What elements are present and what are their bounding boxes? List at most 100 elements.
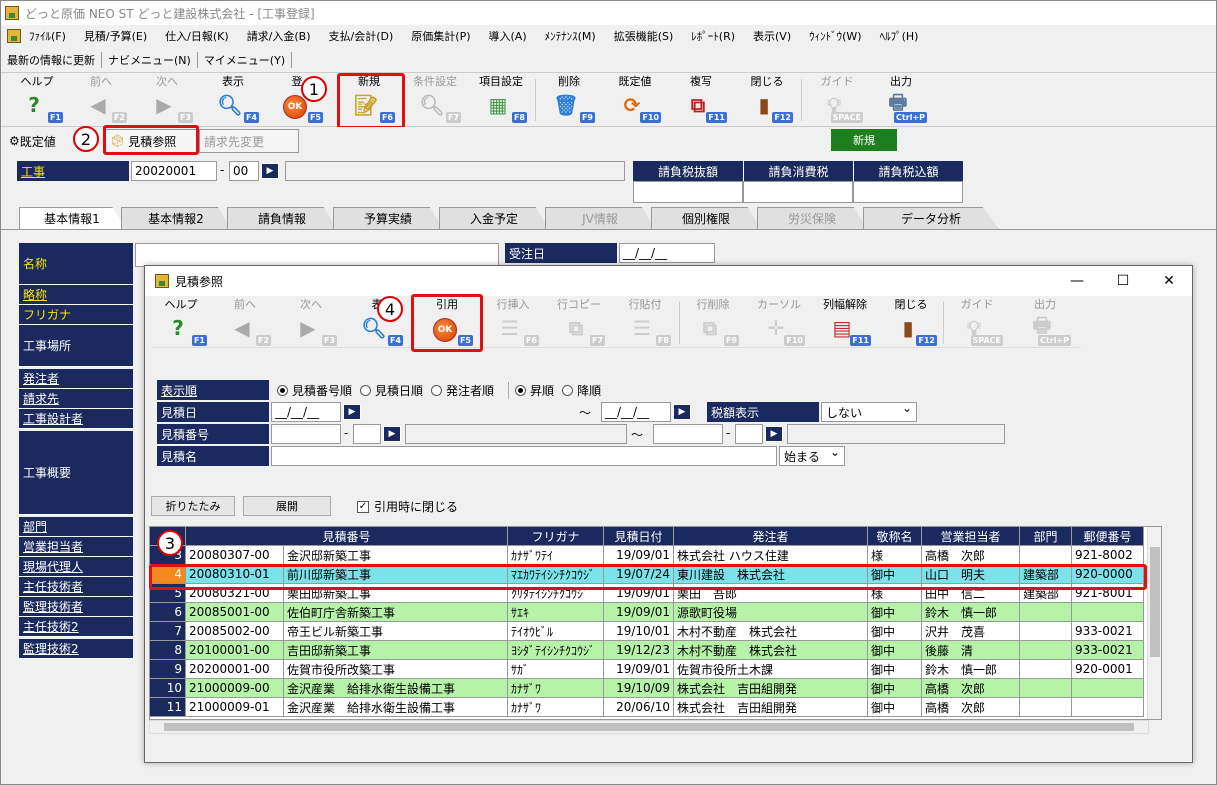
table-row[interactable]: 10 21000009-00 金沢産業 給排水衛生設備工事 ｶﾅｻﾞﾜ 19/10/09…	[150, 679, 1150, 698]
tax-display-select[interactable]: しない	[821, 401, 917, 422]
order-date-input[interactable]: __/__/__	[619, 243, 715, 263]
sort-by-number[interactable]: 見積番号順	[277, 382, 352, 399]
vertical-scrollbar[interactable]	[1147, 527, 1161, 719]
menu-view[interactable]: 表示(V)	[753, 28, 791, 44]
horizontal-scrollbar[interactable]	[149, 720, 1149, 734]
delete-button[interactable]: 削除 🗑︎ F9	[539, 75, 599, 125]
col-estimate-number[interactable]: 見積番号	[186, 527, 508, 546]
help-button[interactable]: ヘルプ? F1	[7, 75, 67, 125]
table-row[interactable]: 8 20100001-00 吉田邸新築工事 ﾖｼﾀﾞﾃｲｼﾝﾁｸｺｳｼﾞ 19/12/2…	[150, 641, 1150, 660]
dlg-guide-button[interactable]: ガイド 💡︎ SPACE	[947, 298, 1007, 348]
number-from-lookup[interactable]: ▶	[383, 426, 401, 442]
date-to-picker-button[interactable]: ▶	[673, 404, 691, 420]
dlg-prev-button[interactable]: 前へ ◀ F2	[215, 298, 275, 348]
estimate-number-from-sub[interactable]	[353, 424, 381, 444]
table-row[interactable]: 6 20085001-00 佐伯町庁舎新築工事 ｻｴｷ 19/09/01 源歌町役場 御中鈴…	[150, 603, 1150, 622]
name-input[interactable]	[135, 243, 499, 267]
menu-payment[interactable]: 支払/会計(D)	[329, 28, 394, 44]
tab-basic2[interactable]: 基本情報2	[121, 207, 231, 229]
menu-extension[interactable]: 拡張機能(S)	[614, 28, 674, 44]
menu-purchase[interactable]: 仕入/日報(K)	[165, 28, 229, 44]
tab-insurance[interactable]: 労災保険	[757, 207, 867, 229]
default-value-button[interactable]: 既定値 ⟳ F10	[605, 75, 665, 125]
number-to-lookup[interactable]: ▶	[765, 426, 783, 442]
menu-window[interactable]: ｳｨﾝﾄﾞｳ(W)	[809, 28, 861, 44]
my-menu-link[interactable]: マイメニュー(Y)	[198, 51, 293, 68]
koji-sub-input[interactable]: 00	[229, 161, 259, 181]
dlg-next-button[interactable]: 次へ ▶ F3	[281, 298, 341, 348]
table-row[interactable]: 11 21000009-01 金沢産業 給排水衛生設備工事 ｶﾅｻﾞﾜ 20/06/10…	[150, 698, 1150, 717]
dlg-help-button[interactable]: ヘルプ? F1	[151, 298, 211, 348]
order-asc[interactable]: 昇順	[515, 382, 554, 399]
guide-button[interactable]: ガイド 💡︎ SPACE	[807, 75, 867, 125]
output-button[interactable]: 出力 🖶︎ Ctrl+P	[871, 75, 931, 125]
col-estimate-date[interactable]: 見積日付	[604, 527, 674, 546]
tab-budget[interactable]: 予算実績	[333, 207, 443, 229]
sort-by-date[interactable]: 見積日順	[360, 382, 423, 399]
horizontal-scroll-thumb[interactable]	[164, 723, 1134, 731]
next-button[interactable]: 次へ ▶ F3	[137, 75, 197, 125]
tab-jv[interactable]: JV情報	[545, 207, 655, 229]
tab-permissions[interactable]: 個別権限	[651, 207, 761, 229]
menu-intro[interactable]: 導入(A)	[489, 28, 527, 44]
menu-help[interactable]: ﾍﾙﾌﾟ(H)	[880, 28, 919, 44]
column-width-reset-button[interactable]: 列幅解除 ▤ F11	[815, 298, 875, 348]
tab-data-analysis[interactable]: データ分析	[863, 207, 999, 229]
koji-label[interactable]: 工事	[17, 161, 129, 181]
tab-basic1[interactable]: 基本情報1	[19, 207, 125, 229]
col-furigana[interactable]: フリガナ	[508, 527, 604, 546]
close-icon[interactable]: ✕	[1146, 266, 1192, 296]
navi-menu-link[interactable]: ナビメニュー(N)	[102, 51, 198, 68]
koji-code-input[interactable]: 20020001	[131, 161, 217, 181]
vertical-scroll-thumb[interactable]	[1150, 547, 1160, 657]
tab-contract[interactable]: 請負情報	[227, 207, 337, 229]
row-insert-button[interactable]: 行挿入 ☰ F6	[483, 298, 543, 348]
col-sales-rep[interactable]: 営業担当者	[922, 527, 1020, 546]
cursor-button[interactable]: カーソル ✛ F10	[749, 298, 809, 348]
minimize-icon[interactable]: —	[1054, 266, 1100, 296]
estimate-name-input[interactable]	[271, 446, 777, 466]
estimate-date-to[interactable]: __/__/__	[601, 402, 671, 422]
refresh-link[interactable]: 最新の情報に更新	[1, 51, 102, 68]
menu-file[interactable]: ﾌｧｲﾙ(F)	[29, 28, 66, 44]
dlg-close-button[interactable]: 閉じる ▮ F12	[881, 298, 941, 348]
dlg-output-button[interactable]: 出力 🖶︎ Ctrl+P	[1015, 298, 1075, 348]
close-button[interactable]: 閉じる ▮ F12	[737, 75, 797, 125]
order-desc[interactable]: 降順	[562, 382, 601, 399]
koji-lookup-button[interactable]: ▶	[261, 163, 279, 179]
condition-button[interactable]: 条件設定 🔍︎ F7	[405, 75, 465, 125]
match-mode-select[interactable]: 始まる	[779, 445, 845, 466]
estimate-number-from[interactable]	[271, 424, 341, 444]
tab-payment-plan[interactable]: 入金予定	[439, 207, 549, 229]
maximize-icon[interactable]: ☐	[1100, 266, 1146, 296]
sort-by-client[interactable]: 発注者順	[431, 382, 494, 399]
col-zip[interactable]: 郵便番号	[1072, 527, 1144, 546]
billing-change-button[interactable]: 請求先変更	[199, 129, 299, 153]
estimate-date-from[interactable]: __/__/__	[271, 402, 341, 422]
item-settings-button[interactable]: 項目設定 ▦ F8	[471, 75, 531, 125]
menu-cost[interactable]: 原価集計(P)	[411, 28, 470, 44]
col-client[interactable]: 発注者	[674, 527, 868, 546]
row-paste-button[interactable]: 行貼付 ☰ F8	[615, 298, 675, 348]
prev-button[interactable]: 前へ ◀ F2	[71, 75, 131, 125]
menu-report[interactable]: ﾚﾎﾟｰﾄ(R)	[691, 28, 735, 44]
menu-maintenance[interactable]: ﾒﾝﾃﾅﾝｽ(M)	[545, 28, 596, 44]
default-value-tool[interactable]: ⚙︎ 既定値	[5, 129, 75, 153]
fold-button[interactable]: 折りたたみ	[151, 496, 235, 516]
menu-estimate[interactable]: 見積/予算(E)	[84, 28, 147, 44]
date-from-picker-button[interactable]: ▶	[343, 404, 361, 420]
menu-billing[interactable]: 請求/入金(B)	[247, 28, 311, 44]
expand-button[interactable]: 展開	[243, 496, 331, 516]
col-department[interactable]: 部門	[1020, 527, 1072, 546]
table-row[interactable]: 9 20200001-00 佐賀市役所改築工事 ｻｶﾞ 19/09/01 佐賀市役所土木課…	[150, 660, 1150, 679]
show-button[interactable]: 表示 🔍︎ F4	[203, 75, 263, 125]
estimate-number-to-sub[interactable]	[735, 424, 763, 444]
table-row[interactable]: 3 20080307-00 金沢邸新築工事 ｶﾅｻﾞﾜﾃｲ 19/09/01 株式会社 ハ…	[150, 546, 1150, 565]
col-honorific[interactable]: 敬称名	[868, 527, 922, 546]
row-delete-button[interactable]: 行削除 ⧉ F9	[683, 298, 743, 348]
estimate-number-to[interactable]	[653, 424, 723, 444]
copy-button[interactable]: 複写 ⧉ F11	[671, 75, 731, 125]
close-on-cite-checkbox[interactable]: ✓ 引用時に閉じる	[357, 498, 458, 515]
table-row[interactable]: 7 20085002-00 帝王ビル新築工事 ﾃｲｵｳﾋﾞﾙ 19/10/01 木村不動産…	[150, 622, 1150, 641]
row-copy-button[interactable]: 行コピー ⧉ F7	[549, 298, 609, 348]
